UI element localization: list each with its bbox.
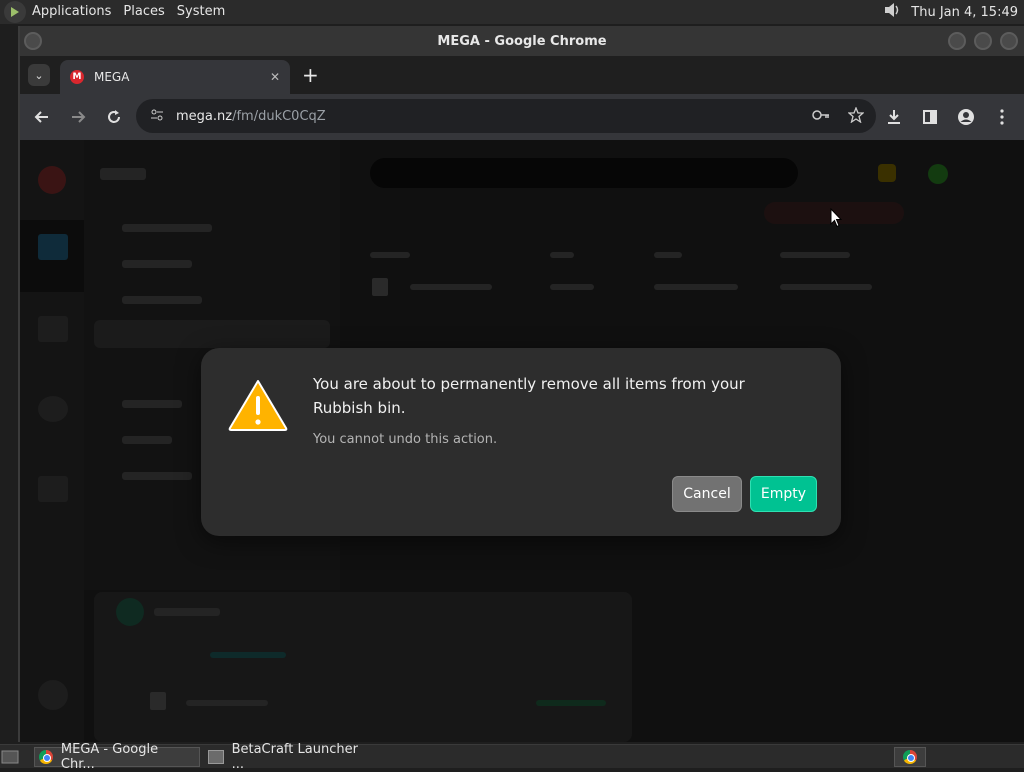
window-menu-button[interactable]: [24, 32, 42, 50]
tab-close-icon[interactable]: ✕: [270, 70, 280, 84]
nav-row: [122, 436, 172, 444]
file-icon: [372, 278, 388, 296]
bottom-taskbar: MEGA - Google Chr... BetaCraft Launcher …: [0, 742, 1024, 772]
file-row: [654, 284, 738, 290]
dialog-title: You are about to permanently remove all …: [313, 375, 745, 417]
url-path: /fm/dukC0CqZ: [232, 108, 326, 124]
file-row: [550, 284, 594, 290]
transfer-status-icon: [116, 598, 144, 626]
new-tab-button[interactable]: +: [302, 64, 319, 86]
browser-toolbar: mega.nz/fm/dukC0CqZ: [20, 94, 1024, 140]
betacraft-window-icon: [208, 750, 224, 764]
dialog-subtitle: You cannot undo this action.: [313, 432, 498, 447]
tab-mega[interactable]: M MEGA ✕: [60, 60, 290, 94]
tab-label: MEGA: [94, 70, 130, 84]
site-info-icon[interactable]: [150, 108, 164, 126]
backups-nav-icon: [38, 476, 68, 502]
reload-icon[interactable]: [102, 105, 126, 129]
account-status-icon: [928, 164, 948, 184]
window-titlebar[interactable]: MEGA - Google Chrome: [20, 26, 1024, 56]
nav-row: [122, 296, 202, 304]
transfer-row: [186, 700, 268, 706]
places-menu[interactable]: Places: [117, 0, 170, 24]
nav-row: [122, 400, 182, 408]
top-panel: Applications Places System Thu Jan 4, 15…: [0, 0, 1024, 24]
download-icon[interactable]: [882, 105, 906, 129]
file-icon: [150, 692, 166, 710]
address-bar[interactable]: mega.nz/fm/dukC0CqZ: [136, 99, 876, 133]
volume-icon[interactable]: [883, 2, 901, 22]
chrome-icon: [903, 750, 917, 764]
url-host: mega.nz: [176, 108, 233, 124]
search-bar: [370, 158, 798, 188]
password-key-icon[interactable]: [812, 108, 830, 126]
transfer-tab: [210, 652, 286, 658]
workspace-chrome-icon[interactable]: [894, 747, 926, 767]
column-header: [550, 252, 574, 258]
window-title: MEGA - Google Chrome: [437, 33, 607, 49]
folder-icon: [38, 234, 68, 260]
taskbar-item-betacraft[interactable]: BetaCraft Launcher ...: [204, 742, 374, 772]
column-header: [370, 252, 410, 258]
mouse-pointer-icon: [830, 208, 842, 228]
chrome-icon: [39, 750, 53, 764]
nav-heading-placeholder: [100, 168, 146, 180]
close-window-button[interactable]: [1000, 32, 1018, 50]
transfer-title: [154, 608, 220, 616]
file-row: [780, 284, 872, 290]
taskbar-item-chrome[interactable]: MEGA - Google Chr...: [34, 742, 200, 772]
tab-strip: ⌄ M MEGA ✕ +: [20, 56, 1024, 94]
mega-favicon-icon: M: [70, 70, 84, 84]
gnome-foot-icon[interactable]: [4, 1, 26, 23]
nav-row: [122, 472, 192, 480]
minimize-button[interactable]: [948, 32, 966, 50]
cancel-button[interactable]: Cancel: [672, 476, 742, 512]
back-arrow-icon[interactable]: [30, 105, 54, 129]
nav-row: [122, 260, 192, 268]
profile-avatar-icon[interactable]: [954, 105, 978, 129]
mega-logo-icon: [38, 166, 66, 194]
forward-arrow-icon[interactable]: [66, 105, 90, 129]
file-row: [410, 284, 492, 290]
side-panel-icon[interactable]: [918, 105, 942, 129]
system-menu[interactable]: System: [171, 0, 231, 24]
user-avatar: [38, 680, 68, 710]
photos-nav-icon: [38, 316, 68, 342]
chat-nav-icon: [38, 396, 68, 422]
chrome-menu-kebab-icon[interactable]: [990, 105, 1014, 129]
column-header: [654, 252, 682, 258]
tab-search-chevron-icon[interactable]: ⌄: [28, 64, 50, 86]
applications-menu[interactable]: Applications: [26, 0, 117, 24]
warning-triangle-icon: [228, 380, 288, 431]
clock[interactable]: Thu Jan 4, 15:49: [911, 5, 1018, 20]
empty-button[interactable]: Empty: [750, 476, 817, 512]
nav-row-selected: [94, 320, 330, 348]
transfer-row: [536, 700, 606, 706]
show-desktop-icon[interactable]: [0, 747, 22, 767]
empty-rubbish-bin-dialog: You are about to permanently remove all …: [201, 348, 841, 536]
nav-row: [122, 224, 212, 232]
maximize-button[interactable]: [974, 32, 992, 50]
notification-bell-icon: [878, 164, 896, 182]
column-header: [780, 252, 850, 258]
bookmark-star-icon[interactable]: [847, 106, 865, 127]
